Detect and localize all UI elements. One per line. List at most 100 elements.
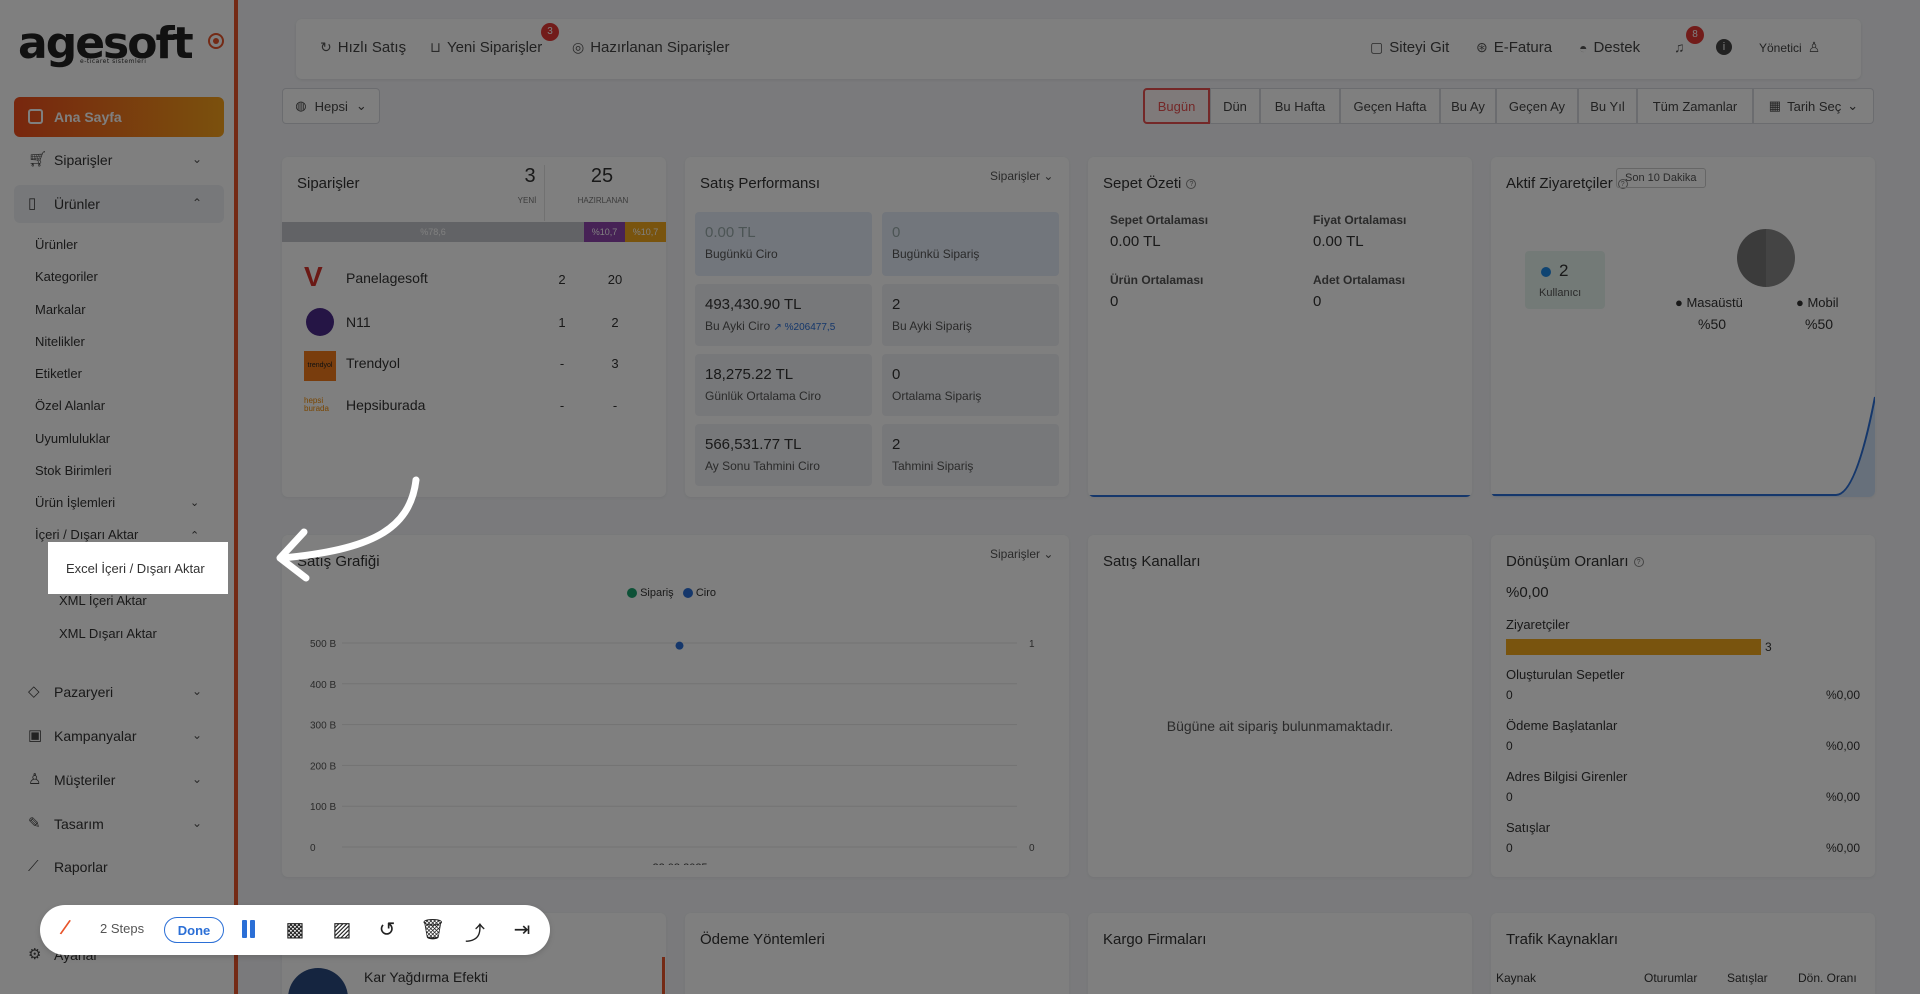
legend-mobile-label: Mobil [1807,295,1839,310]
chevron-up-icon: ⌃ [191,196,202,210]
nav-tasarim[interactable]: ✎ Tasarım ⌄ [14,805,224,843]
gift-icon: ▣ [28,727,43,744]
sales-chart-dropdown[interactable]: Siparişler ⌄ [990,547,1053,561]
nav-pazaryeri-label: Pazaryeri [54,684,114,700]
tile-value: 0 [892,224,901,241]
range-dun[interactable]: Dün [1210,88,1260,124]
sub-urunler[interactable]: Ürünler [35,237,78,252]
user-menu[interactable]: Yönetici ♙ [1759,39,1820,56]
kargo-title: Kargo Firmaları [1103,931,1207,948]
sales-chart-dropdown-label: Siparişler [990,547,1041,561]
sub-excel-iceri-disari-aktar[interactable]: Excel İçeri / Dışarı Aktar [48,542,228,594]
sub-etiketler[interactable]: Etiketler [35,366,82,381]
sub-ozel-alanlar[interactable]: Özel Alanlar [35,398,105,413]
desktop-pct: %50 [1698,316,1727,332]
tile-bugunku-ciro: 0.00 TL Bugünkü Ciro [695,212,872,276]
logo[interactable]: agesoft e-ticaret sistemleri [18,18,194,69]
adet-ortalamasi-value: 0 [1313,293,1322,310]
skip-icon[interactable]: ⇥ [510,917,534,942]
orders-prep-label: HAZIRLANAN [577,196,629,205]
fiyat-ortalamasi-value: 0.00 TL [1313,233,1364,250]
help-icon[interactable]: ? [1186,179,1197,190]
hizli-satis-link[interactable]: ↻ Hızlı Satış [320,39,406,56]
ziyaretciler-bar [1506,639,1761,655]
info-icon[interactable]: i [1716,39,1732,55]
chevron-down-icon: ⌄ [191,728,202,742]
range-tum-zamanlar[interactable]: Tüm Zamanlar [1637,88,1753,124]
nav-kampanyalar[interactable]: ▣ Kampanyalar ⌄ [14,717,224,755]
conv-pct: %0,00 [1825,688,1860,702]
row-new: - [559,398,565,413]
growth-value: %206477,5 [784,322,836,333]
tile-bugunku-siparis: 0 Bugünkü Sipariş [882,212,1059,276]
tile-bu-ayki-ciro: 493,430.90 TL Bu Ayki Ciro ↗ %206477,5 [695,284,872,346]
notification-badge: 8 [1686,26,1704,44]
hazirlanan-link[interactable]: ◎ Hazırlanan Siparişler [572,39,729,56]
range-bu-yil[interactable]: Bu Yıl [1578,88,1637,124]
destek-link[interactable]: ◓ Destek [1579,39,1640,56]
nav-urunler[interactable]: ▯ Ürünler ⌃ [14,185,224,223]
help-icon[interactable]: ? [1633,557,1644,568]
ziyaretciler-label: Ziyaretçiler [1506,617,1570,632]
sub-xml-disari-aktar[interactable]: XML Dışarı Aktar [59,626,157,641]
range-bugun[interactable]: Bugün [1143,88,1210,124]
range-gecen-hafta[interactable]: Geçen Hafta [1340,88,1440,124]
range-gecen-ay[interactable]: Geçen Ay [1496,88,1578,124]
range-bu-ay[interactable]: Bu Ay [1440,88,1496,124]
orders-card: Siparişler 3 YENİ 25 HAZIRLANAN %78,6 %1… [282,157,666,497]
performance-title: Satış Performansı [700,175,821,192]
date-picker[interactable]: ▦ Tarih Seç ⌄ [1753,88,1874,124]
nav-siparisler[interactable]: 🛒︎ Siparişler ⌄ [14,141,224,179]
invoice-icon: ⊛ [1476,39,1488,55]
home-icon [28,109,43,124]
pause-icon[interactable] [240,920,256,940]
row-prep: 20 [607,272,623,287]
siteyi-git-link[interactable]: ▢ Siteyi Git [1370,39,1449,56]
blur-icon[interactable]: ▩ [283,917,307,942]
undo-icon[interactable]: ↺ [375,917,399,942]
channels-title: Satış Kanalları [1103,553,1201,570]
performance-card: Satış Performansı Siparişler ⌄ 0.00 TL Bu… [685,157,1069,497]
sub-xml-iceri-aktar[interactable]: XML İçeri Aktar [59,593,147,608]
user-icon: ♙ [28,771,42,788]
efatura-link[interactable]: ⊛ E-Fatura [1476,39,1552,56]
basket-title-text: Sepet Özeti [1103,175,1182,192]
sub-uyumluluklar[interactable]: Uyumluluklar [35,431,110,446]
pen-icon[interactable]: / [58,915,72,942]
sub-urun-islemleri[interactable]: Ürün İşlemleri [35,495,115,510]
nav-pazaryeri[interactable]: ◇ Pazaryeri ⌄ [14,673,224,711]
nav-musteriler[interactable]: ♙ Müşteriler ⌄ [14,761,224,799]
logo-subtitle: e-ticaret sistemleri [80,58,147,65]
sub-kategoriler[interactable]: Kategoriler [35,269,98,284]
sparkline-area [1491,397,1875,497]
sub-iceri-disari-aktar[interactable]: İçeri / Dışarı Aktar [35,527,138,542]
visitors-count: 2 [1559,261,1569,280]
store-icon: ▢ [1370,39,1384,55]
headset-icon: ◓ [1579,39,1588,56]
row-prep: 3 [611,356,619,371]
settings-gear-icon[interactable] [208,33,224,49]
trash-icon[interactable]: 🗑︎ [420,917,445,942]
visitors-range-tag[interactable]: Son 10 Dakika [1616,168,1706,188]
conv-label: Oluşturulan Sepetler [1506,667,1625,682]
performance-dropdown[interactable]: Siparişler ⌄ [990,169,1053,183]
visitors-card: Aktif Ziyaretçiler? Son 10 Dakika 2 Kull… [1491,157,1875,497]
nav-home[interactable]: Ana Sayfa [14,97,224,137]
user-label: Yönetici [1759,40,1802,55]
bell-button[interactable]: ♫ [1674,39,1685,55]
sub-stok-birimleri[interactable]: Stok Birimleri [35,463,112,478]
yeni-siparisler-link[interactable]: ⊔ Yeni Siparişler [430,39,542,56]
store-filter[interactable]: ◍ Hepsi ⌄ [282,88,380,124]
nav-raporlar[interactable]: ⟋ Raporlar [14,848,224,886]
branch-icon[interactable]: ⤴ [463,917,487,946]
calendar-icon: ▦ [1768,98,1782,113]
sub-nitelikler[interactable]: Nitelikler [35,334,85,349]
sub-markalar[interactable]: Markalar [35,302,86,317]
channels-empty-message: Bügüne ait sipariş bulunmamaktadır. [1166,718,1394,734]
user-icon: ♙ [1807,39,1821,55]
tile-ay-sonu-tahmini-ciro: 566,531.77 TL Ay Sonu Tahmini Ciro [695,424,872,486]
chevron-up-icon: ⌃ [190,530,200,542]
done-button[interactable]: Done [164,917,224,943]
image-icon[interactable]: ▨ [330,917,354,942]
range-bu-hafta[interactable]: Bu Hafta [1260,88,1340,124]
